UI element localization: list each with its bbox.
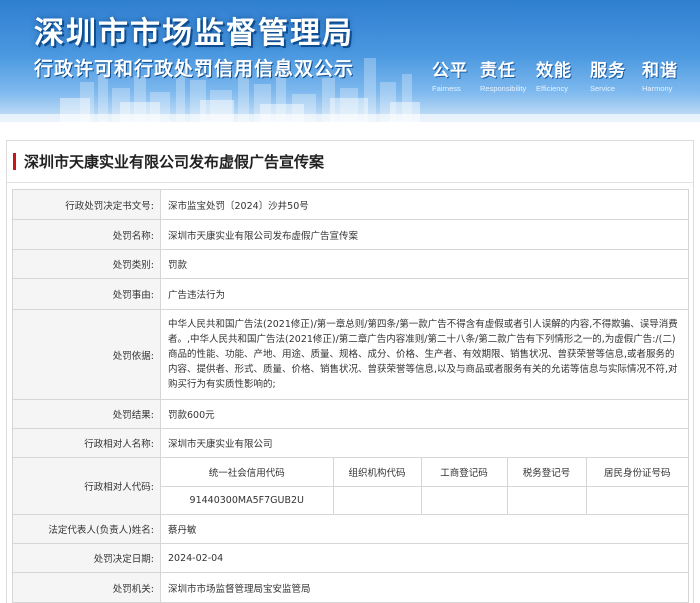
table-row: 处罚类别: 罚款 (12, 249, 689, 279)
banner-slogans: 公平 Fairness 责任 Responsibility 效能 Efficie… (432, 56, 700, 93)
header-banner: 深圳市市场监督管理局 行政许可和行政处罚信用信息双公示 公平 Fairness … (0, 0, 700, 122)
code-value-credit: 91440300MA5F7GUB2U (161, 486, 334, 514)
slogan-harmony: 和谐 Harmony (642, 56, 700, 93)
code-value-tax (507, 486, 587, 514)
party-code-header-row: 统一社会信用代码 组织机构代码 工商登记码 税务登记号 居民身份证号码 (161, 458, 688, 487)
decision-no-label: 行政处罚决定书文号: (12, 189, 161, 220)
code-value-business (421, 486, 508, 514)
code-header-tax: 税务登记号 (507, 458, 587, 487)
party-code-value-row: 91440300MA5F7GUB2U (161, 486, 688, 514)
slogan-service: 服务 Service (590, 56, 642, 93)
category-label: 处罚类别: (12, 249, 161, 279)
result-value: 罚款600元 (160, 399, 689, 429)
party-code-cell: 统一社会信用代码 组织机构代码 工商登记码 税务登记号 居民身份证号码 9144… (160, 457, 689, 515)
reason-value: 广告违法行为 (160, 278, 689, 310)
code-header-credit: 统一社会信用代码 (161, 458, 334, 487)
slogan-efficiency: 效能 Efficiency (536, 56, 590, 93)
page-title: 深圳市天康实业有限公司发布虚假广告宣传案 (7, 141, 693, 183)
decision-date-label: 处罚决定日期: (12, 543, 161, 573)
slogan-cn: 效能 (536, 61, 572, 81)
basis-label: 处罚依据: (12, 309, 161, 400)
table-row: 法定代表人(负责人)姓名: 蔡丹敏 (12, 514, 689, 544)
code-header-idcard: 居民身份证号码 (586, 458, 688, 487)
slogan-cn: 服务 (590, 61, 626, 81)
decision-no-value: 深市监宝处罚〔2024〕沙井50号 (160, 189, 689, 220)
code-header-business: 工商登记码 (421, 458, 508, 487)
case-name-label: 处罚名称: (12, 219, 161, 250)
table-row: 处罚结果: 罚款600元 (12, 399, 689, 429)
banner-subtitle: 行政许可和行政处罚信用信息双公示 (34, 58, 355, 80)
slogan-en: Efficiency (536, 84, 568, 93)
table-row: 处罚事由: 广告违法行为 (12, 278, 689, 310)
legal-rep-value: 蔡丹敏 (160, 514, 689, 544)
slogan-en: Responsibility (480, 84, 527, 93)
table-row: 处罚决定日期: 2024-02-04 (12, 543, 689, 573)
slogan-fairness: 公平 Fairness (432, 56, 480, 93)
slogan-cn: 责任 (480, 61, 516, 81)
table-row: 行政相对人名称: 深圳市天康实业有限公司 (12, 428, 689, 458)
slogan-en: Fairness (432, 84, 461, 93)
table-row: 行政相对人代码: 统一社会信用代码 组织机构代码 工商登记码 税务登记号 居民身… (12, 457, 689, 515)
title-accent-bar (13, 153, 16, 170)
penalty-info-table: 行政处罚决定书文号: 深市监宝处罚〔2024〕沙井50号 处罚名称: 深圳市天康… (12, 189, 689, 603)
authority-label: 处罚机关: (12, 572, 161, 603)
slogan-en: Harmony (642, 84, 673, 93)
decision-date-value: 2024-02-04 (160, 543, 689, 573)
code-header-org: 组织机构代码 (333, 458, 422, 487)
legal-rep-label: 法定代表人(负责人)姓名: (12, 514, 161, 544)
party-name-label: 行政相对人名称: (12, 428, 161, 458)
code-value-idcard (586, 486, 688, 514)
result-label: 处罚结果: (12, 399, 161, 429)
slogan-responsibility: 责任 Responsibility (480, 56, 536, 93)
party-code-label: 行政相对人代码: (12, 457, 161, 515)
banner-title: 深圳市市场监督管理局 (34, 16, 354, 51)
table-row: 行政处罚决定书文号: 深市监宝处罚〔2024〕沙井50号 (12, 189, 689, 220)
table-row: 处罚机关: 深圳市市场监督管理局宝安监管局 (12, 572, 689, 603)
reason-label: 处罚事由: (12, 278, 161, 310)
party-name-value: 深圳市天康实业有限公司 (160, 428, 689, 458)
case-name-value: 深圳市天康实业有限公司发布虚假广告宣传案 (160, 219, 689, 250)
authority-value: 深圳市市场监督管理局宝安监管局 (160, 572, 689, 603)
party-code-table: 统一社会信用代码 组织机构代码 工商登记码 税务登记号 居民身份证号码 9144… (161, 458, 688, 514)
table-row: 处罚依据: 中华人民共和国广告法(2021修正)/第一章总则/第四条/第一款广告… (12, 309, 689, 400)
category-value: 罚款 (160, 249, 689, 279)
code-value-org (333, 486, 422, 514)
slogan-cn: 和谐 (642, 61, 678, 81)
basis-value: 中华人民共和国广告法(2021修正)/第一章总则/第四条/第一款广告不得含有虚假… (160, 309, 689, 400)
slogan-cn: 公平 (432, 61, 468, 81)
slogan-en: Service (590, 84, 616, 93)
content-panel: 深圳市天康实业有限公司发布虚假广告宣传案 行政处罚决定书文号: 深市监宝处罚〔2… (6, 140, 694, 603)
page-title-text: 深圳市天康实业有限公司发布虚假广告宣传案 (24, 153, 325, 171)
table-row: 处罚名称: 深圳市天康实业有限公司发布虚假广告宣传案 (12, 219, 689, 250)
